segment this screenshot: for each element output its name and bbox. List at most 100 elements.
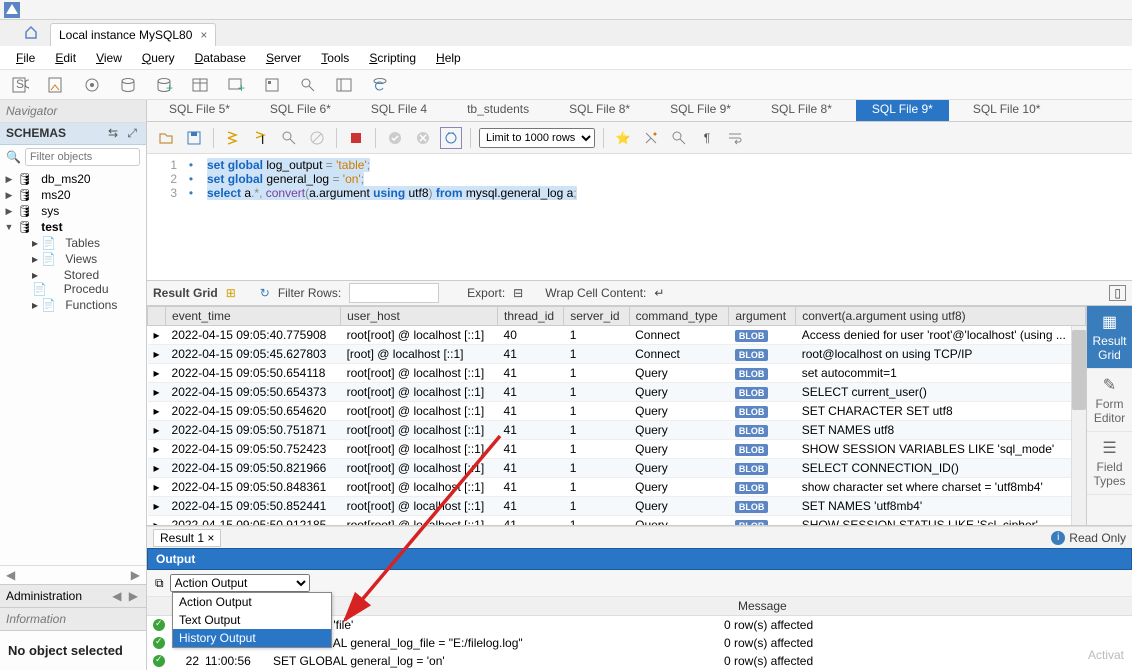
beautify-icon[interactable] bbox=[640, 127, 662, 149]
output-header: Output bbox=[147, 548, 1132, 570]
tree-child[interactable]: ▸ 📄Functions bbox=[28, 297, 146, 313]
main-area: SQL File 5* SQL File 6* SQL File 4 tb_stude… bbox=[147, 100, 1132, 670]
table-add-icon[interactable]: + bbox=[224, 73, 248, 97]
save-icon[interactable] bbox=[183, 127, 205, 149]
find-icon[interactable] bbox=[668, 127, 690, 149]
table-row[interactable]: ▸2022-04-15 09:05:50.821966root[root] @ … bbox=[148, 459, 1086, 478]
file-tab[interactable]: SQL File 8* bbox=[553, 100, 646, 121]
explain-icon[interactable] bbox=[278, 127, 300, 149]
no-object-label: No object selected bbox=[0, 631, 146, 670]
file-tab[interactable]: SQL File 9* bbox=[856, 100, 949, 121]
dropdown-option-selected[interactable]: History Output bbox=[173, 629, 331, 647]
file-tab[interactable]: SQL File 8* bbox=[755, 100, 848, 121]
output-selector[interactable]: Action Output bbox=[170, 574, 310, 592]
schemas-controls[interactable]: ⇆ ⤢ bbox=[108, 126, 140, 141]
refresh-db-icon[interactable] bbox=[368, 73, 392, 97]
side-tool[interactable]: ☰Field Types bbox=[1087, 432, 1132, 495]
close-icon[interactable]: × bbox=[200, 28, 207, 42]
table-row[interactable]: ▸2022-04-15 09:05:50.912185root[root] @ … bbox=[148, 516, 1086, 526]
table-row[interactable]: ▸2022-04-15 09:05:40.775908root[root] @ … bbox=[148, 326, 1086, 345]
result-tab[interactable]: Result 1 × bbox=[153, 529, 221, 547]
menu-tools[interactable]: Tools bbox=[313, 49, 357, 67]
schema-tree: ▶🛢db_ms20▶🛢ms20▶🛢sys▼🛢test▸ 📄Tables▸ 📄Vi… bbox=[0, 169, 146, 565]
refresh-icon[interactable]: ↻ bbox=[260, 286, 270, 300]
open-sql-icon[interactable] bbox=[44, 73, 68, 97]
table-row[interactable]: ▸2022-04-15 09:05:50.852441root[root] @ … bbox=[148, 497, 1086, 516]
result-grid[interactable]: event_timeuser_hostthread_idserver_idcom… bbox=[147, 306, 1086, 525]
open-file-icon[interactable] bbox=[155, 127, 177, 149]
rollback-disabled-icon[interactable] bbox=[412, 127, 434, 149]
menu-scripting[interactable]: Scripting bbox=[361, 49, 424, 67]
limit-select[interactable]: Limit to 1000 rows bbox=[479, 128, 595, 148]
tree-child[interactable]: ▸ 📄Tables bbox=[28, 235, 146, 251]
file-tab[interactable]: SQL File 4 bbox=[355, 100, 443, 121]
new-sql-tab-icon[interactable]: SQL bbox=[8, 73, 32, 97]
scrollbar-thumb[interactable] bbox=[1072, 330, 1086, 410]
scroll-left-icon[interactable]: ◀ bbox=[6, 568, 15, 582]
tree-item[interactable]: ▶🛢sys bbox=[0, 203, 146, 219]
tree-item[interactable]: ▶🛢db_ms20 bbox=[0, 171, 146, 187]
execute-icon[interactable] bbox=[222, 127, 244, 149]
schemas-header: SCHEMAS ⇆ ⤢ bbox=[0, 123, 146, 145]
file-tab[interactable]: SQL File 10* bbox=[957, 100, 1057, 121]
close-icon[interactable]: × bbox=[207, 531, 214, 545]
table-row[interactable]: ▸2022-04-15 09:05:50.654118root[root] @ … bbox=[148, 364, 1086, 383]
menu-help[interactable]: Help bbox=[428, 49, 469, 67]
menu-view[interactable]: View bbox=[88, 49, 130, 67]
execute-current-icon[interactable]: I bbox=[250, 127, 272, 149]
wrap-cell-icon[interactable]: ↵ bbox=[654, 286, 664, 300]
stop-icon[interactable] bbox=[306, 127, 328, 149]
dropdown-option[interactable]: Text Output bbox=[173, 611, 331, 629]
administration-tab[interactable]: Administration ◀ ▶ bbox=[0, 584, 146, 607]
table-row[interactable]: ▸2022-04-15 09:05:45.627803[root] @ loca… bbox=[148, 345, 1086, 364]
tree-item[interactable]: ▼🛢test bbox=[0, 219, 146, 235]
scroll-right-icon[interactable]: ▶ bbox=[131, 568, 140, 582]
db-icon[interactable] bbox=[116, 73, 140, 97]
tree-child[interactable]: ▸ 📄Stored Procedu bbox=[28, 267, 146, 297]
output-selector-dropdown[interactable]: Action Output Text Output History Output bbox=[172, 592, 332, 648]
menu-database[interactable]: Database bbox=[187, 49, 254, 67]
inspector-icon[interactable] bbox=[80, 73, 104, 97]
menu-file[interactable]: File bbox=[8, 49, 43, 67]
stop-red-icon[interactable] bbox=[345, 127, 367, 149]
favorite-icon[interactable]: ⭐ bbox=[612, 127, 634, 149]
menu-server[interactable]: Server bbox=[258, 49, 309, 67]
filter-rows-input[interactable] bbox=[349, 283, 439, 303]
table-row[interactable]: ▸2022-04-15 09:05:50.751871root[root] @ … bbox=[148, 421, 1086, 440]
file-tab[interactable]: tb_students bbox=[451, 100, 545, 121]
invisible-chars-icon[interactable]: ¶ bbox=[696, 127, 718, 149]
menu-query[interactable]: Query bbox=[134, 49, 183, 67]
svg-text:I: I bbox=[261, 133, 264, 146]
file-tab[interactable]: SQL File 5* bbox=[153, 100, 246, 121]
table-row[interactable]: ▸2022-04-15 09:05:50.848361root[root] @ … bbox=[148, 478, 1086, 497]
tree-child[interactable]: ▸ 📄Views bbox=[28, 251, 146, 267]
result-grid-icon: ⊞ bbox=[226, 286, 236, 300]
dropdown-option[interactable]: Action Output bbox=[173, 593, 331, 611]
dashboard-icon[interactable] bbox=[332, 73, 356, 97]
menu-edit[interactable]: Edit bbox=[47, 49, 84, 67]
commit-disabled-icon[interactable] bbox=[384, 127, 406, 149]
output-panel-icon[interactable]: ⧉ bbox=[155, 576, 164, 591]
table-row[interactable]: ▸2022-04-15 09:05:50.654620root[root] @ … bbox=[148, 402, 1086, 421]
file-tab[interactable]: SQL File 9* bbox=[654, 100, 747, 121]
panel-toggle-icon[interactable]: ▯ bbox=[1109, 285, 1126, 301]
output-row[interactable]: 22 11:00:56 SET GLOBAL general_log = 'on… bbox=[147, 652, 1132, 670]
file-tab[interactable]: SQL File 6* bbox=[254, 100, 347, 121]
table-icon[interactable] bbox=[188, 73, 212, 97]
instance-tab[interactable]: Local instance MySQL80 × bbox=[50, 23, 216, 46]
home-icon[interactable] bbox=[20, 21, 42, 46]
tree-item[interactable]: ▶🛢ms20 bbox=[0, 187, 146, 203]
export-icon[interactable]: ⊟ bbox=[513, 286, 523, 300]
side-tool[interactable]: ▦Result Grid bbox=[1087, 306, 1132, 369]
db-add-icon[interactable]: + bbox=[152, 73, 176, 97]
sql-editor[interactable]: 1•set global log_output = 'table';2•set … bbox=[147, 154, 1132, 204]
search-icon[interactable] bbox=[296, 73, 320, 97]
readonly-indicator: i Read Only bbox=[1051, 531, 1126, 545]
table-row[interactable]: ▸2022-04-15 09:05:50.752423root[root] @ … bbox=[148, 440, 1086, 459]
autocommit-icon[interactable] bbox=[440, 127, 462, 149]
schema-icon[interactable] bbox=[260, 73, 284, 97]
table-row[interactable]: ▸2022-04-15 09:05:50.654373root[root] @ … bbox=[148, 383, 1086, 402]
filter-objects-input[interactable] bbox=[25, 148, 140, 166]
side-tool[interactable]: ✎Form Editor bbox=[1087, 369, 1132, 432]
wrap-icon[interactable] bbox=[724, 127, 746, 149]
